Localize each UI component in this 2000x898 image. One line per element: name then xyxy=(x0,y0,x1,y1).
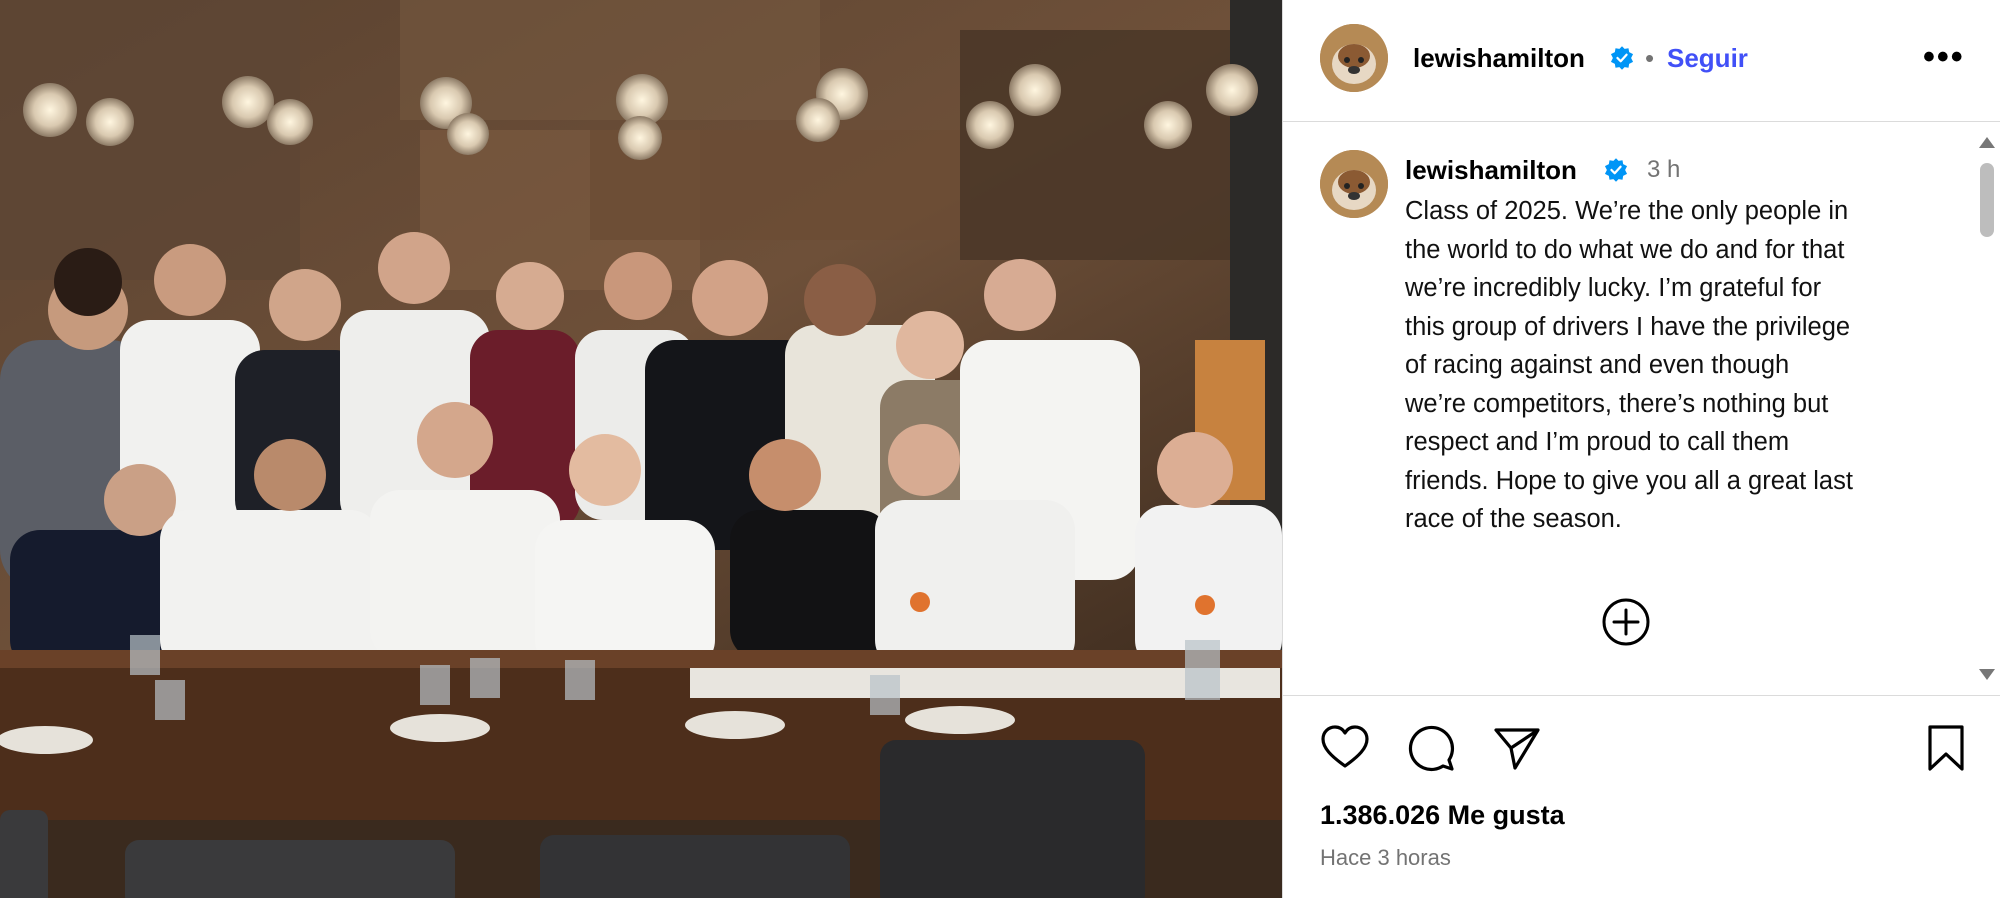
caption-username-link[interactable]: lewishamilton xyxy=(1405,155,1577,186)
caption-line: friends. Hope to give you all a great la… xyxy=(1405,466,1853,495)
caption-line: the world to do what we do and for that xyxy=(1405,235,1845,264)
post-time[interactable]: 3 h xyxy=(1647,156,1680,184)
username-link[interactable]: lewishamilton xyxy=(1413,43,1585,74)
follow-button[interactable]: Seguir xyxy=(1667,43,1748,74)
separator-dot: • xyxy=(1645,43,1655,73)
scroll-up-arrow-icon[interactable] xyxy=(1979,137,1995,148)
heart-icon[interactable] xyxy=(1319,722,1371,774)
caption-line: we’re competitors, there’s nothing but xyxy=(1405,389,1829,418)
post-side-panel: lewishamilton • Seguir ••• lewishamilton… xyxy=(1282,0,2000,898)
post-header: lewishamilton • Seguir ••• xyxy=(1283,0,2000,122)
post-date[interactable]: Hace 3 horas xyxy=(1320,845,1451,871)
divider xyxy=(1283,695,2000,696)
caption-line: Class of 2025. We’re the only people in xyxy=(1405,197,1849,225)
send-icon[interactable] xyxy=(1491,722,1543,774)
caption-line: race of the season. xyxy=(1405,505,1622,533)
caption-line: respect and I’m proud to call them xyxy=(1405,428,1790,456)
caption-text: Class of 2025. We’re the only people in … xyxy=(1405,192,1965,539)
verified-badge-icon xyxy=(1604,158,1628,182)
caption-line: of racing against and even though xyxy=(1405,351,1790,379)
caption-avatar[interactable] xyxy=(1320,150,1388,218)
more-options-button[interactable]: ••• xyxy=(1923,38,1965,77)
verified-badge-icon xyxy=(1610,46,1634,70)
scroll-thumb[interactable] xyxy=(1980,163,1994,237)
post-photo[interactable] xyxy=(0,0,1282,898)
post-actions xyxy=(1283,722,2000,782)
bookmark-icon[interactable] xyxy=(1920,722,1972,774)
comment-icon[interactable] xyxy=(1405,722,1457,774)
plus-circle-icon[interactable] xyxy=(1601,597,1651,647)
scroll-down-arrow-icon[interactable] xyxy=(1979,669,1995,680)
likes-count[interactable]: 1.386.026 Me gusta xyxy=(1320,800,1565,831)
avatar[interactable] xyxy=(1320,24,1388,92)
caption-scrollbar[interactable] xyxy=(1971,123,2000,695)
caption-area: lewishamilton 3 h Class of 2025. We’re t… xyxy=(1283,123,2000,695)
caption-line: this group of drivers I have the privile… xyxy=(1405,312,1851,341)
caption-line: we’re incredibly lucky. I’m grateful for xyxy=(1405,274,1822,302)
group-photo-image xyxy=(0,0,1282,898)
